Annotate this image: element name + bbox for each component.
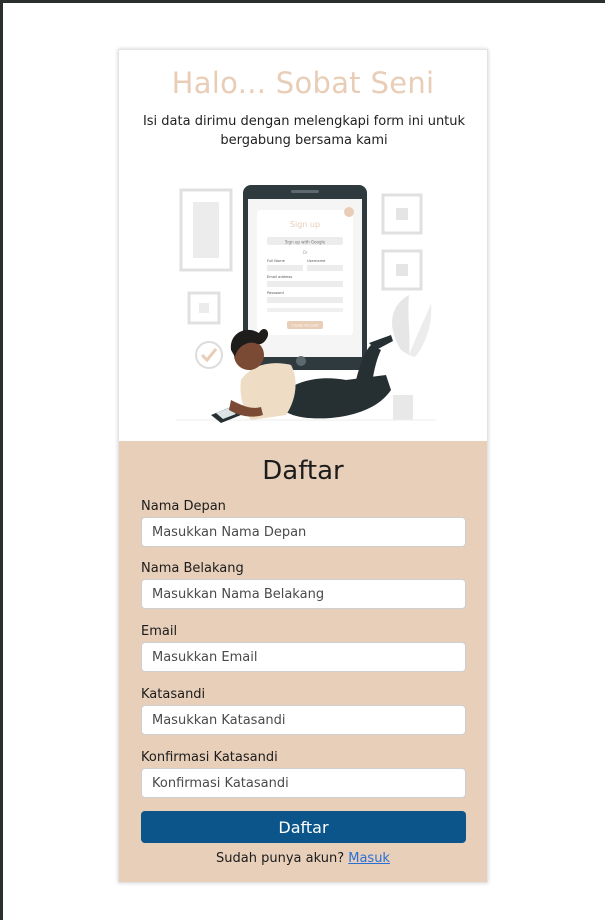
mini-create-label: Create Account	[291, 324, 319, 328]
window-frame-top	[0, 0, 605, 3]
mini-input	[267, 265, 303, 271]
tablet-speaker	[291, 190, 319, 193]
plant-pot	[393, 395, 413, 420]
window-frame-left	[0, 0, 3, 920]
mini-label: Full Name	[267, 259, 286, 263]
signup-illustration: Sign up Sign up with Google Or Full Name…	[176, 185, 436, 423]
mini-input	[267, 297, 343, 303]
email-input[interactable]	[141, 642, 466, 672]
register-button[interactable]: Daftar	[141, 811, 466, 843]
small-frame-inner	[199, 303, 209, 313]
last-name-input[interactable]	[141, 579, 466, 609]
mini-or-text: Or	[303, 250, 308, 255]
hero-title: Halo... Sobat Seni	[171, 66, 435, 100]
first-name-input[interactable]	[141, 517, 466, 547]
check-circle-icon	[195, 341, 223, 369]
register-card: Halo... Sobat Seni Isi data dirimu denga…	[118, 49, 488, 883]
mini-input	[307, 265, 343, 271]
mini-close-icon	[344, 207, 354, 217]
mini-label: Password	[267, 291, 284, 295]
login-prompt-line: Sudah punya akun? Masuk	[119, 851, 487, 866]
confirm-password-label: Konfirmasi Katasandi	[141, 750, 278, 765]
tablet-home-button	[296, 356, 306, 366]
plant-leaf	[392, 295, 410, 355]
mini-input	[267, 281, 343, 287]
mini-terms	[267, 308, 343, 312]
login-prompt-text: Sudah punya akun?	[216, 851, 345, 866]
mini-label: Email address	[267, 275, 292, 279]
confirm-password-input[interactable]	[141, 768, 466, 798]
mini-label: Username	[307, 259, 326, 263]
login-link[interactable]: Masuk	[348, 851, 390, 866]
plant-leaf	[409, 303, 432, 357]
password-label: Katasandi	[141, 687, 206, 702]
picture-frame-inner	[193, 202, 219, 258]
mini-google-label: Sign up with Google	[285, 240, 326, 245]
form-title: Daftar	[262, 456, 344, 486]
wall-frame-right-inner	[396, 208, 408, 220]
hero-subtitle: Isi data dirimu dengan melengkapi form i…	[142, 114, 466, 148]
wall-frame-right-2-inner	[396, 264, 408, 276]
mini-signup-title: Sign up	[290, 220, 320, 229]
first-name-label: Nama Depan	[141, 499, 226, 514]
email-label: Email	[141, 624, 178, 639]
last-name-label: Nama Belakang	[141, 561, 244, 576]
register-form-panel: Daftar Nama Depan Nama Belakang Email Ka…	[119, 441, 487, 882]
password-input[interactable]	[141, 705, 466, 735]
